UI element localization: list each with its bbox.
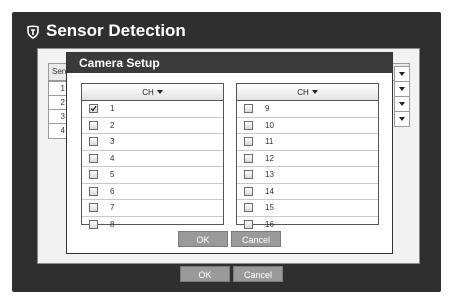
- channel-table-left: CH 1 2 3 4 5 6 7 8: [81, 83, 224, 229]
- channel-checkbox[interactable]: [244, 153, 253, 163]
- channel-column-header[interactable]: CH: [82, 84, 223, 101]
- checkmark-icon: [90, 106, 97, 112]
- channel-label: 15: [265, 203, 274, 213]
- channel-row[interactable]: 6: [82, 184, 223, 200]
- channel-label: 11: [265, 137, 274, 147]
- sensor-row-dropdown[interactable]: [394, 96, 410, 112]
- channel-row[interactable]: 13: [237, 167, 378, 184]
- channel-header-label: CH: [297, 87, 309, 97]
- channel-checkbox[interactable]: [89, 170, 98, 180]
- channel-header-label: CH: [142, 87, 154, 97]
- channel-checkbox[interactable]: [244, 203, 253, 213]
- channel-checkbox[interactable]: [89, 186, 98, 196]
- window-buttons: OK Cancel: [180, 266, 283, 282]
- window-title-bar: Sensor Detection: [26, 20, 186, 42]
- sensor-row-dropdown[interactable]: [394, 81, 410, 97]
- channel-checkbox[interactable]: [244, 170, 253, 180]
- channel-label: 9: [265, 104, 270, 114]
- sensor-icon: [26, 24, 40, 39]
- sort-down-icon: [156, 90, 163, 94]
- sort-down-icon: [311, 90, 318, 94]
- channel-checkbox[interactable]: [89, 137, 98, 147]
- channel-label: 10: [265, 120, 274, 130]
- channel-row[interactable]: 1: [82, 101, 223, 118]
- channel-row[interactable]: 8: [82, 217, 223, 233]
- channel-label: 12: [265, 153, 274, 163]
- channel-label: 4: [110, 153, 115, 163]
- channel-column-header[interactable]: CH: [237, 84, 378, 101]
- channel-checkbox[interactable]: [244, 137, 253, 147]
- channel-table-right: CH 9 10 11 12 13 14 15 16: [236, 83, 379, 229]
- channel-label: 13: [265, 170, 274, 180]
- sensor-row-number: 4: [48, 123, 68, 139]
- dropdown-arrow-icon: [399, 72, 405, 76]
- channel-row[interactable]: 7: [82, 200, 223, 217]
- dialog-ok-button[interactable]: OK: [178, 231, 228, 247]
- dropdown-arrow-icon: [399, 117, 405, 121]
- cancel-button[interactable]: Cancel: [233, 266, 283, 282]
- dialog-title: Camera Setup: [67, 53, 392, 73]
- sensor-row-dropdown[interactable]: [394, 66, 410, 82]
- channel-label: 2: [110, 120, 115, 130]
- sensor-row-dropdown[interactable]: [394, 111, 410, 127]
- channel-label: 7: [110, 203, 115, 213]
- channel-label: 14: [265, 186, 274, 196]
- channel-checkbox[interactable]: [89, 153, 98, 163]
- channel-row[interactable]: 11: [237, 134, 378, 151]
- channel-row[interactable]: 10: [237, 118, 378, 134]
- channel-checkbox[interactable]: [89, 104, 98, 114]
- channel-checkbox[interactable]: [244, 120, 253, 130]
- dropdown-arrow-icon: [399, 87, 405, 91]
- dialog-buttons: OK Cancel: [178, 231, 281, 247]
- channel-row[interactable]: 16: [237, 217, 378, 233]
- window-title: Sensor Detection: [46, 21, 186, 40]
- channel-label: 1: [110, 104, 115, 114]
- dialog-cancel-button[interactable]: Cancel: [231, 231, 281, 247]
- channel-checkbox[interactable]: [244, 104, 253, 114]
- channel-row[interactable]: 14: [237, 184, 378, 200]
- channel-label: 5: [110, 170, 115, 180]
- channel-label: 3: [110, 137, 115, 147]
- channel-row[interactable]: 9: [237, 101, 378, 118]
- channel-checkbox[interactable]: [89, 219, 98, 229]
- channel-checkbox[interactable]: [244, 219, 253, 229]
- channel-row[interactable]: 4: [82, 151, 223, 167]
- channel-label: 6: [110, 186, 115, 196]
- camera-setup-dialog: Camera Setup CH 12345678 CH 9 10 11 12 13 14 1…: [66, 52, 393, 254]
- dropdown-arrow-icon: [399, 102, 405, 106]
- channel-checkbox[interactable]: [244, 186, 253, 196]
- channel-label: 16: [265, 219, 274, 229]
- channel-row[interactable]: 12: [237, 151, 378, 167]
- channel-row[interactable]: 15: [237, 200, 378, 217]
- channel-checkbox[interactable]: [89, 120, 98, 130]
- channel-checkbox[interactable]: [89, 203, 98, 213]
- channel-row[interactable]: 3: [82, 134, 223, 151]
- channel-row[interactable]: 5: [82, 167, 223, 184]
- channel-row[interactable]: 2: [82, 118, 223, 134]
- channel-label: 8: [110, 219, 115, 229]
- ok-button[interactable]: OK: [180, 266, 230, 282]
